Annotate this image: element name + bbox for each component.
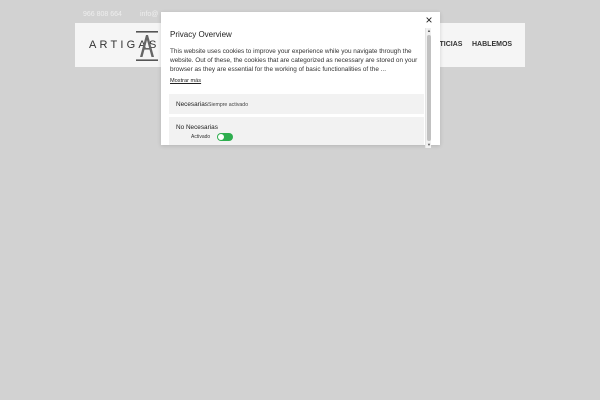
- scroll-thumb[interactable]: [427, 35, 431, 141]
- dialog-description: This website uses cookies to improve you…: [170, 48, 418, 73]
- section-necesarias[interactable]: Necesarias Siempre activado: [169, 94, 424, 114]
- logo-icon[interactable]: [136, 31, 158, 61]
- dialog-content: Privacy Overview This website uses cooki…: [161, 12, 431, 145]
- dialog-scrollbar[interactable]: ▲ ▼: [425, 28, 431, 148]
- scroll-up-icon[interactable]: ▲: [426, 28, 432, 34]
- nav-hablemos[interactable]: HABLEMOS: [472, 41, 512, 48]
- scroll-down-icon[interactable]: ▼: [426, 142, 432, 148]
- always-active-status: Siempre activado: [208, 102, 249, 108]
- section-no-necesarias[interactable]: No Necesarias Activado: [169, 117, 424, 145]
- toggle-label: Activado: [191, 134, 211, 140]
- section-label: No Necesarias: [176, 124, 218, 131]
- show-more-link[interactable]: Mostrar más: [170, 78, 201, 84]
- cookie-privacy-dialog: × Privacy Overview This website uses coo…: [161, 12, 440, 148]
- dialog-title: Privacy Overview: [170, 30, 232, 39]
- contact-phone[interactable]: 966 808 664: [83, 11, 122, 18]
- section-label: Necesarias: [176, 101, 208, 108]
- contact-email[interactable]: info@: [140, 11, 158, 18]
- no-necesarias-toggle[interactable]: [217, 133, 233, 141]
- toggle-knob: [218, 134, 224, 140]
